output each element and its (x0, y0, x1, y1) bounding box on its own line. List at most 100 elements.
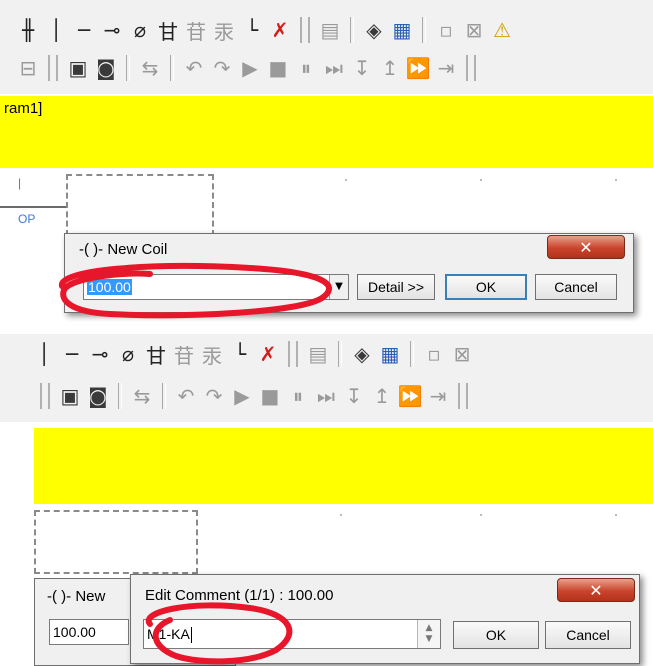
dialog-title: -( )- New Coil (79, 241, 168, 258)
coil-operand-value: 100.00 (53, 624, 96, 640)
ladder-toolbar: │ ─ ⊸ ⌀ 甘 苷 汞 └ ✗ ▤ ◈ ▦ ▫ ⊠ ▣ ◙ ⇆ ↶ ↷ ▶ … (0, 334, 653, 423)
new-coil-dialog: -( )- New Coil ✕ 100.00 ▼ Detail >> OK C… (64, 233, 634, 313)
spin-buttons[interactable]: ▲ ▼ (417, 620, 440, 648)
end-line-icon[interactable]: └ (238, 16, 266, 44)
toolbar-separator (162, 383, 166, 409)
toolbar-separator (170, 55, 174, 81)
chevron-down-icon[interactable]: ▼ (426, 634, 433, 645)
label-cond-icon[interactable]: ⚠ (488, 16, 516, 44)
transfer-icon[interactable]: ⇆ (128, 382, 156, 410)
toolbar-separator (126, 55, 130, 81)
device-icon[interactable]: ▦ (376, 340, 404, 368)
toolbar-separator (300, 17, 310, 43)
reset-icon[interactable]: 苷 (182, 16, 210, 44)
run-icon[interactable]: ▶ (228, 382, 256, 410)
step-icon[interactable]: ⏭ (312, 382, 340, 410)
label-cross-icon[interactable]: ⊠ (448, 340, 476, 368)
write-icon[interactable]: ▣ (64, 54, 92, 82)
label-icon[interactable]: ▫ (432, 16, 460, 44)
label-icon[interactable]: ▫ (420, 340, 448, 368)
dialog-title: Edit Comment (1/1) : 100.00 (145, 587, 334, 604)
parallel-contact-icon[interactable]: ╫ (14, 16, 42, 44)
undo-icon[interactable]: ↶ (172, 382, 200, 410)
stop-icon[interactable]: ■ (256, 382, 284, 410)
undo-icon[interactable]: ↶ (180, 54, 208, 82)
step-out-icon[interactable]: ↥ (376, 54, 404, 82)
write-icon[interactable]: ▣ (56, 382, 84, 410)
dropdown-arrow[interactable]: ▼ (329, 275, 348, 299)
rung-comment-icon[interactable]: ▤ (304, 340, 332, 368)
toolbar-row-instructions: │ ─ ⊸ ⌀ 甘 苷 汞 └ ✗ ▤ ◈ ▦ ▫ ⊠ (30, 336, 476, 372)
negated-coil-icon[interactable]: ⌀ (126, 16, 154, 44)
delete-line-icon[interactable]: ✗ (254, 340, 282, 368)
set-icon[interactable]: 甘 (142, 340, 170, 368)
ladder-toolbar: ╫ │ ─ ⊸ ⌀ 甘 苷 汞 └ ✗ ▤ ◈ ▦ ▫ ⊠ ⚠ ⊟ ▣ ◙ ⇆ (0, 0, 653, 95)
coil-operand-combo[interactable]: 100.00 ▼ (83, 274, 349, 300)
compile-icon[interactable]: ◈ (360, 16, 388, 44)
cancel-button[interactable]: Cancel (545, 621, 631, 649)
text-caret (190, 627, 192, 644)
delete-line-icon[interactable]: ✗ (266, 16, 294, 44)
reset-icon[interactable]: 苷 (170, 340, 198, 368)
rung-comment-area[interactable]: ram1] (0, 96, 653, 168)
comment-input[interactable]: M1-KA ▲ ▼ (143, 619, 441, 649)
coil-icon[interactable]: ⊸ (86, 340, 114, 368)
coil-icon[interactable]: ⊸ (98, 16, 126, 44)
negated-coil-icon[interactable]: ⌀ (114, 340, 142, 368)
fast-forward-icon[interactable]: ⏩ (404, 54, 432, 82)
vertical-line-icon[interactable]: │ (30, 340, 58, 368)
cell-cursor[interactable] (34, 510, 198, 574)
horizontal-line-icon[interactable]: ─ (58, 340, 86, 368)
program-label: ram1] (4, 100, 43, 117)
step-in-icon[interactable]: ↧ (348, 54, 376, 82)
transfer-icon[interactable]: ⇆ (136, 54, 164, 82)
read-icon[interactable]: ◙ (84, 382, 112, 410)
redo-icon[interactable]: ↷ (200, 382, 228, 410)
ok-button[interactable]: OK (453, 621, 539, 649)
toolbar-row-instructions: ╫ │ ─ ⊸ ⌀ 甘 苷 汞 └ ✗ ▤ ◈ ▦ ▫ ⊠ ⚠ (14, 12, 516, 48)
function-icon[interactable]: 汞 (198, 340, 226, 368)
screenshot-panel-new-coil: ╫ │ ─ ⊸ ⌀ 甘 苷 汞 └ ✗ ▤ ◈ ▦ ▫ ⊠ ⚠ ⊟ ▣ ◙ ⇆ (0, 0, 653, 322)
toolbar-separator (458, 383, 468, 409)
stop-icon[interactable]: ■ (264, 54, 292, 82)
device-icon[interactable]: ▦ (388, 16, 416, 44)
close-button[interactable]: ✕ (547, 235, 625, 259)
step-in-icon[interactable]: ↧ (340, 382, 368, 410)
fast-forward-icon[interactable]: ⏩ (396, 382, 424, 410)
run-icon[interactable]: ▶ (236, 54, 264, 82)
left-label-fragment: OP (18, 212, 36, 226)
horizontal-line-icon[interactable]: ─ (70, 16, 98, 44)
toolbar-separator (288, 341, 298, 367)
left-rung-fragment: | (18, 176, 22, 190)
end-icon[interactable]: ⇥ (432, 54, 460, 82)
redo-icon[interactable]: ↷ (208, 54, 236, 82)
cell-cursor[interactable] (66, 174, 214, 236)
ok-button[interactable]: OK (445, 274, 527, 300)
chevron-up-icon[interactable]: ▲ (426, 623, 433, 634)
function-icon[interactable]: 汞 (210, 16, 238, 44)
rung-comment-area[interactable] (34, 428, 653, 504)
panel-separator (0, 322, 653, 334)
cancel-button[interactable]: Cancel (535, 274, 617, 300)
pause-icon[interactable]: ⏸ (292, 54, 320, 82)
end-icon[interactable]: ⇥ (424, 382, 452, 410)
toolbar-separator (48, 55, 58, 81)
close-button[interactable]: ✕ (557, 578, 635, 602)
step-icon[interactable]: ⏭ (320, 54, 348, 82)
monitor-icon[interactable]: ⊟ (14, 54, 42, 82)
detail-button[interactable]: Detail >> (357, 274, 435, 300)
set-icon[interactable]: 甘 (154, 16, 182, 44)
label-cross-icon[interactable]: ⊠ (460, 16, 488, 44)
step-out-icon[interactable]: ↥ (368, 382, 396, 410)
rung-line (0, 206, 66, 208)
rung-comment-icon[interactable]: ▤ (316, 16, 344, 44)
toolbar-separator (40, 383, 50, 409)
coil-operand-field[interactable]: 100.00 (49, 619, 129, 645)
dialog-title: -( )- New (47, 588, 106, 605)
pause-icon[interactable]: ⏸ (284, 382, 312, 410)
end-line-icon[interactable]: └ (226, 340, 254, 368)
read-icon[interactable]: ◙ (92, 54, 120, 82)
compile-icon[interactable]: ◈ (348, 340, 376, 368)
vertical-line-icon[interactable]: │ (42, 16, 70, 44)
toolbar-separator (410, 341, 414, 367)
